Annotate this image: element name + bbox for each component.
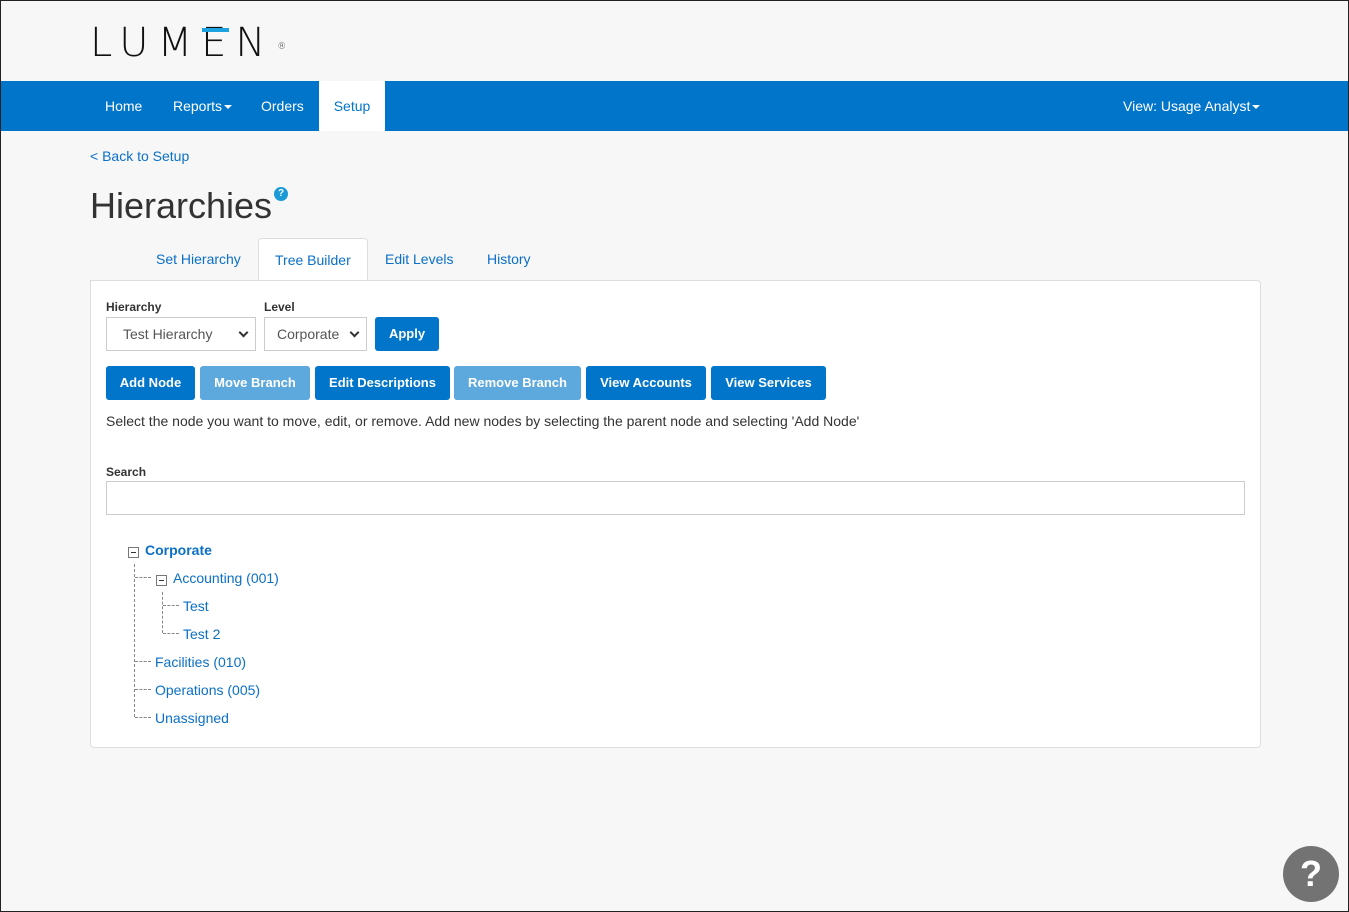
tree-connector <box>163 633 179 634</box>
tree-connector <box>162 592 163 633</box>
collapse-toggle-icon[interactable] <box>128 547 139 558</box>
view-services-button[interactable]: View Services <box>711 366 826 400</box>
tree-connector <box>134 564 135 717</box>
tree-node-facilities[interactable]: Facilities (010) <box>155 654 246 670</box>
hierarchy-select-value: Test Hierarchy <box>123 326 213 342</box>
tree-connector <box>135 689 151 690</box>
lumen-logo[interactable]: LUMEN ® <box>90 23 286 63</box>
tree-connector <box>135 661 151 662</box>
view-role-label: View: Usage Analyst <box>1123 98 1251 114</box>
level-select[interactable]: Corporate <box>264 317 367 351</box>
question-mark-icon: ? <box>1300 853 1322 894</box>
main-navbar: Home Reports Orders Setup View: Usage An… <box>1 81 1348 131</box>
tab-history[interactable]: History <box>471 238 547 281</box>
tree-connector <box>135 577 151 578</box>
tree-node-accounting[interactable]: Accounting (001) <box>173 570 279 586</box>
tree-node-corporate[interactable]: Corporate <box>145 542 212 558</box>
level-select-value: Corporate <box>277 326 340 342</box>
tree-node-operations[interactable]: Operations (005) <box>155 682 260 698</box>
move-branch-button[interactable]: Move Branch <box>200 366 310 400</box>
view-accounts-button[interactable]: View Accounts <box>586 366 706 400</box>
tab-set-hierarchy[interactable]: Set Hierarchy <box>140 238 257 281</box>
header: LUMEN ® <box>1 1 1348 81</box>
caret-down-icon <box>224 105 233 110</box>
help-fab-button[interactable]: ? <box>1283 846 1339 902</box>
tree-connector <box>135 717 151 718</box>
nav-setup[interactable]: Setup <box>319 81 385 131</box>
help-icon[interactable]: ? <box>274 187 288 201</box>
nav-home[interactable]: Home <box>90 81 157 131</box>
instructions-text: Select the node you want to move, edit, … <box>106 413 860 429</box>
level-label: Level <box>264 300 295 314</box>
collapse-toggle-icon[interactable] <box>156 575 167 586</box>
remove-branch-button[interactable]: Remove Branch <box>454 366 581 400</box>
hierarchy-select[interactable]: Test Hierarchy <box>106 317 256 351</box>
tree-connector <box>163 605 179 606</box>
nav-orders[interactable]: Orders <box>246 81 319 131</box>
tree-builder-panel: Hierarchy Test Hierarchy Level Corporate… <box>90 280 1261 748</box>
apply-button[interactable]: Apply <box>375 317 439 351</box>
page-title: Hierarchies <box>90 185 273 226</box>
nav-reports[interactable]: Reports <box>158 81 247 131</box>
chevron-down-icon <box>349 327 360 338</box>
tree-node-test[interactable]: Test <box>183 598 209 614</box>
hierarchy-label: Hierarchy <box>106 300 162 314</box>
search-label: Search <box>106 465 147 479</box>
tree-node-test-2[interactable]: Test 2 <box>183 626 220 642</box>
nav-reports-label: Reports <box>173 98 223 114</box>
nav-home-label: Home <box>105 98 143 114</box>
caret-down-icon <box>1252 105 1261 110</box>
registered-mark: ® <box>277 42 287 52</box>
tab-tree-builder[interactable]: Tree Builder <box>258 238 368 281</box>
tab-edit-levels[interactable]: Edit Levels <box>369 238 469 281</box>
tree-node-unassigned[interactable]: Unassigned <box>155 710 229 726</box>
search-input[interactable] <box>106 481 1245 515</box>
nav-setup-label: Setup <box>333 98 371 114</box>
back-to-setup-link[interactable]: < Back to Setup <box>90 148 189 164</box>
nav-orders-label: Orders <box>261 98 304 114</box>
chevron-down-icon <box>238 327 249 338</box>
edit-descriptions-button[interactable]: Edit Descriptions <box>315 366 450 400</box>
add-node-button[interactable]: Add Node <box>106 366 195 400</box>
view-role-dropdown[interactable]: View: Usage Analyst <box>1123 81 1261 131</box>
